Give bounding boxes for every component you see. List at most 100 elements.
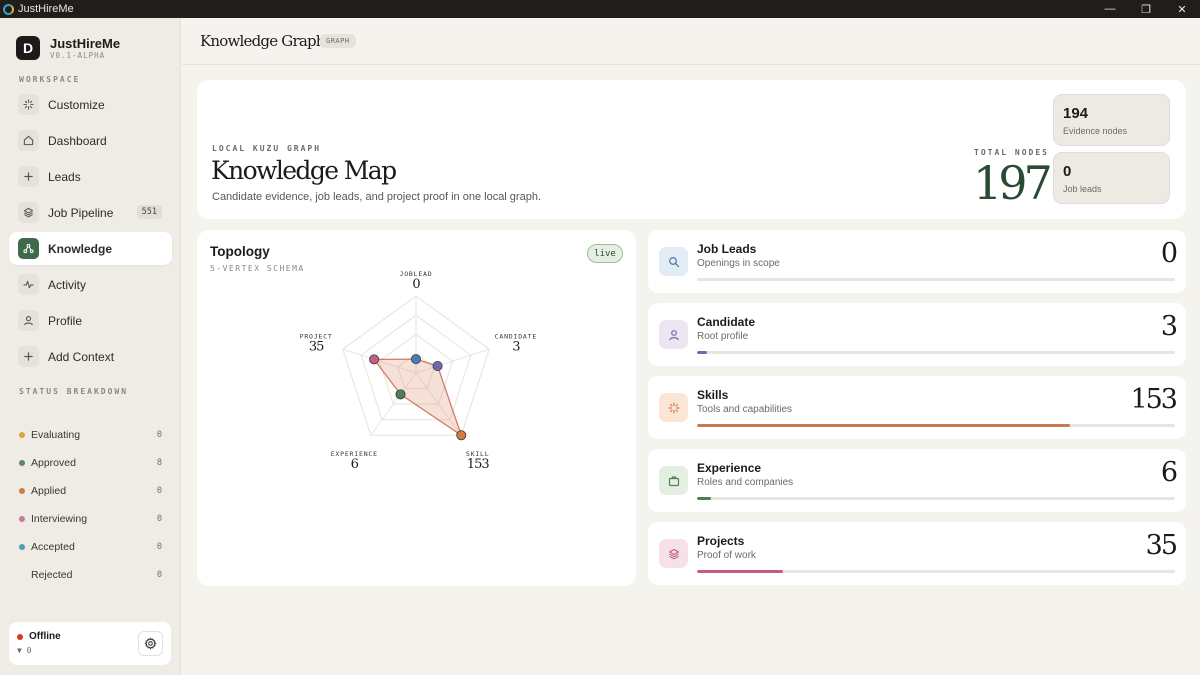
metric-card-candidate[interactable]: Candidate Root profile 3 (648, 303, 1186, 366)
sidebar-item-label: Activity (48, 277, 87, 292)
status-label: Evaluating (31, 429, 81, 441)
metric-description: Root profile (697, 331, 749, 342)
status-item-rejected[interactable]: Rejected 0 (19, 561, 164, 589)
sidebar-item-knowledge[interactable]: Knowledge (9, 232, 172, 265)
metric-value: 3 (1160, 311, 1178, 342)
plus-icon (18, 166, 39, 187)
status-list: Evaluating 0 Approved 8 Applied 0 Interv… (19, 421, 164, 589)
knowledge-map-card: LOCAL KUZU GRAPH Knowledge Map Candidate… (197, 80, 1186, 219)
activity-icon (18, 274, 39, 295)
status-label: Applied (31, 485, 67, 497)
brand[interactable]: D JustHireMe V0.1-ALPHA (16, 36, 120, 60)
status-count: 8 (156, 458, 162, 468)
search-icon (659, 247, 688, 276)
restore-button[interactable]: ❐ (1128, 0, 1164, 18)
status-count: 0 (156, 570, 162, 580)
radar-value-joblead: 0 (412, 277, 420, 292)
metric-name: Projects (697, 534, 745, 548)
metric-progress-fill (697, 351, 707, 354)
topology-radar-chart: JOBLEAD0CANDIDATE3SKILL153EXPERIENCE6PRO… (300, 270, 537, 472)
layers-icon (659, 539, 688, 568)
gear-icon (144, 637, 157, 650)
sidebar-item-label: Add Context (48, 349, 115, 364)
radar-point-joblead[interactable] (410, 354, 421, 365)
radar-point-skill[interactable] (456, 430, 467, 441)
radar-value-project: 35 (309, 340, 324, 355)
status-item-applied[interactable]: Applied 0 (19, 477, 164, 505)
status-dot (19, 432, 25, 438)
metric-card-experience[interactable]: Experience Roles and companies 6 (648, 449, 1186, 512)
sidebar-item-label: Dashboard (48, 133, 107, 148)
graph-icon (18, 238, 39, 259)
metric-description: Openings in scope (697, 258, 780, 269)
metric-value: 153 (1130, 384, 1178, 415)
metric-progress-track (697, 424, 1175, 427)
radar-value-skill: 153 (467, 457, 490, 472)
sidebar: D JustHireMe V0.1-ALPHA WORKSPACE Custom… (0, 18, 181, 675)
plus-icon (18, 346, 39, 367)
sidebar-item-label: Knowledge (48, 241, 113, 256)
status-label: Interviewing (31, 513, 88, 525)
hero-title: Knowledge Map (211, 156, 397, 185)
sparkle-icon (18, 94, 39, 115)
status-dot (19, 488, 25, 494)
briefcase-icon (659, 466, 688, 495)
brand-logo: D (16, 36, 40, 60)
metric-description: Roles and companies (697, 477, 794, 488)
status-label: Rejected (31, 569, 73, 581)
page-header: Knowledge Graph GRAPH (182, 18, 1200, 65)
status-item-evaluating[interactable]: Evaluating 0 (19, 421, 164, 449)
radar-point-experience[interactable] (395, 389, 406, 400)
sidebar-item-add-context[interactable]: Add Context (9, 340, 172, 373)
close-button[interactable]: ✕ (1164, 0, 1200, 18)
metric-description: Proof of work (697, 550, 756, 561)
metric-card-skills[interactable]: Skills Tools and capabilities 153 (648, 376, 1186, 439)
radar-value-experience: 6 (351, 457, 359, 472)
metric-progress-track (697, 570, 1175, 573)
window-title: JustHireMe (18, 3, 74, 15)
page-badge: GRAPH (320, 34, 356, 48)
sidebar-item-label: Job Pipeline (48, 205, 114, 220)
status-count: 0 (156, 486, 162, 496)
hero-subtitle: Candidate evidence, job leads, and proje… (212, 191, 542, 203)
status-label: Approved (31, 457, 76, 469)
sidebar-nav: Customize Dashboard Leads Job Pipeline 5… (9, 88, 172, 376)
status-count: 0 (156, 542, 162, 552)
stat-label: Evidence nodes (1063, 126, 1128, 136)
sidebar-item-customize[interactable]: Customize (9, 88, 172, 121)
job-leads-stat: 0 Job leads (1053, 152, 1170, 204)
status-item-accepted[interactable]: Accepted 0 (19, 533, 164, 561)
metric-card-projects[interactable]: Projects Proof of work 35 (648, 522, 1186, 585)
stat-label: Job leads (1063, 184, 1102, 194)
minimize-button[interactable]: — (1092, 0, 1128, 18)
status-dot (19, 544, 25, 550)
metric-progress-track (697, 497, 1175, 500)
settings-button[interactable] (138, 631, 163, 656)
sidebar-item-dashboard[interactable]: Dashboard (9, 124, 172, 157)
status-count: 0 (156, 514, 162, 524)
metric-card-job-leads[interactable]: Job Leads Openings in scope 0 (648, 230, 1186, 293)
metric-progress-fill (697, 424, 1070, 427)
brand-version: V0.1-ALPHA (50, 50, 106, 60)
sidebar-item-profile[interactable]: Profile (9, 304, 172, 337)
status-item-interviewing[interactable]: Interviewing 0 (19, 505, 164, 533)
metric-description: Tools and capabilities (697, 404, 793, 415)
layers-icon (18, 202, 39, 223)
sidebar-item-label: Leads (48, 169, 81, 184)
hero-eyebrow: LOCAL KUZU GRAPH (212, 144, 322, 153)
window-titlebar: JustHireMe — ❐ ✕ (0, 0, 1200, 18)
connection-status-card: Offline ▼ 0 (9, 622, 171, 665)
radar-point-project[interactable] (369, 354, 380, 365)
radar-point-candidate[interactable] (432, 360, 443, 371)
sidebar-item-leads[interactable]: Leads (9, 160, 172, 193)
metric-name: Job Leads (697, 242, 757, 256)
status-label: Accepted (31, 541, 75, 553)
stat-value: 194 (1063, 105, 1089, 122)
page-title: Knowledge Graph (200, 32, 325, 50)
status-count: 0 (156, 430, 162, 440)
sidebar-item-job-pipeline[interactable]: Job Pipeline 551 (9, 196, 172, 229)
sidebar-item-activity[interactable]: Activity (9, 268, 172, 301)
metric-progress-fill (697, 570, 784, 573)
status-item-approved[interactable]: Approved 8 (19, 449, 164, 477)
status-dot (19, 460, 25, 466)
